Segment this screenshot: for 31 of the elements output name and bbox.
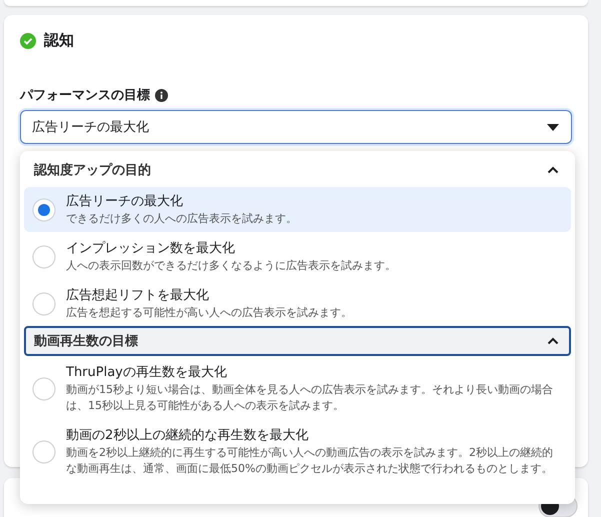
option-title: 広告リーチの最大化 — [66, 193, 184, 210]
radio-button[interactable] — [32, 244, 56, 268]
option-description: 動画が15秒より短い場合は、動画全体を見る人への広告表示を試みます。それより長い動画の場合は、15秒以上見る可能性がある人への表示を試みます。 — [66, 382, 554, 414]
group-header[interactable]: 動画再生数の目標 — [24, 326, 571, 356]
group-title: 動画再生数の目標 — [34, 333, 138, 350]
option-title: ThruPlayの再生数を最大化 — [66, 364, 228, 381]
goal-dropdown[interactable]: 広告リーチの最大化 — [20, 110, 572, 144]
option-description: 広告を想起する可能性が高い人への広告表示を試みます。 — [66, 305, 352, 321]
radio-button[interactable] — [32, 440, 56, 464]
dropdown-arrow-icon — [547, 124, 559, 130]
chevron-up-icon[interactable] — [547, 166, 559, 174]
field-label: パフォーマンスの目標 — [20, 87, 150, 104]
option-item[interactable]: 動画の2秒以上の継続的な再生数を最大化 動画を2秒以上継続的に再生する可能性が高い人への動画広告の表示を試みます。2秒以上の継続的な動画再生は、通常、画面に最低50%の動画ピクセルが表示された状態で行われるものとします。 — [24, 421, 571, 482]
option-description: 人への表示回数ができるだけ多くなるように広告表示を試みます。 — [66, 258, 396, 274]
option-description: 動画を2秒以上継続的に再生する可能性が高い人への動画広告の表示を試みます。2秒以上の継続的な動画再生は、通常、画面に最低50%の動画ピクセルが表示された状態で行われるものとします。 — [66, 445, 554, 477]
option-description: できるだけ多くの人への広告表示を試みます。 — [66, 211, 297, 227]
option-item[interactable]: 広告リーチの最大化 できるだけ多くの人への広告表示を試みます。 — [24, 187, 571, 232]
option-item[interactable]: ThruPlayの再生数を最大化 動画が15秒より短い場合は、動画全体を見る人への広告表示を試みます。それより長い動画の場合は、15秒以上見る可能性がある人への表示を試みます。 — [24, 358, 571, 419]
option-title: 広告想起リフトを最大化 — [66, 287, 210, 304]
radio-button[interactable] — [32, 376, 56, 400]
option-item[interactable]: 広告想起リフトを最大化 広告を想起する可能性が高い人への広告表示を試みます。 — [24, 281, 571, 326]
section-title: 認知 — [44, 31, 74, 50]
option-item[interactable]: インプレッション数を最大化 人への表示回数ができるだけ多くなるように広告表示を試みます。 — [24, 234, 571, 279]
radio-button[interactable] — [32, 292, 56, 316]
option-title: 動画の2秒以上の継続的な再生数を最大化 — [66, 427, 310, 444]
info-icon[interactable] — [155, 88, 168, 102]
group-header[interactable]: 認知度アップの目的 — [24, 155, 571, 185]
option-title: インプレッション数を最大化 — [66, 240, 236, 257]
radio-button[interactable] — [32, 198, 56, 222]
chevron-up-icon[interactable] — [547, 337, 559, 345]
group-title: 認知度アップの目的 — [34, 162, 151, 179]
